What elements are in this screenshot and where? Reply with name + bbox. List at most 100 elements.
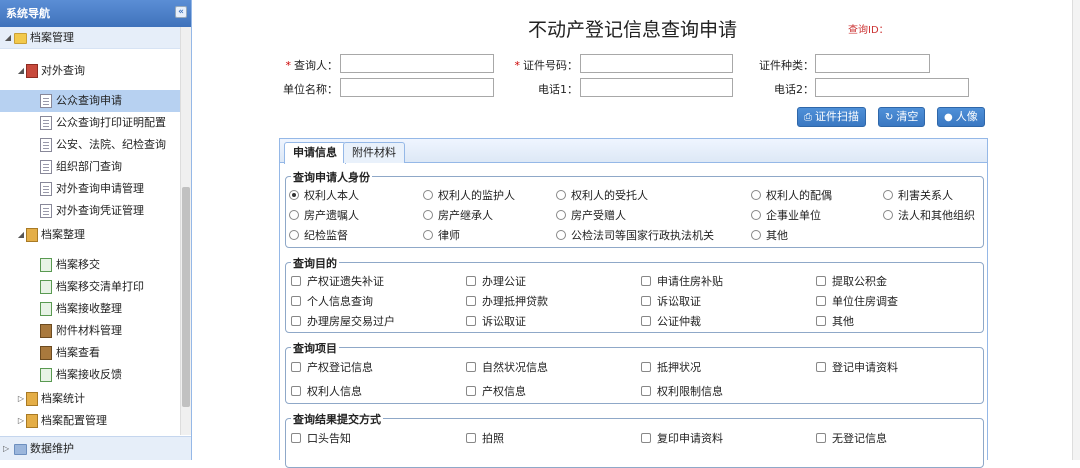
- checkbox-icon[interactable]: [816, 433, 826, 443]
- checkbox-icon[interactable]: [291, 433, 301, 443]
- radio-icon[interactable]: [556, 230, 566, 240]
- checkbox-icon[interactable]: [816, 296, 826, 306]
- purpose-option[interactable]: 诉讼取证: [641, 294, 701, 310]
- checkbox-icon[interactable]: [466, 433, 476, 443]
- checkbox-icon[interactable]: [291, 386, 301, 396]
- sidebar-item-archive-receive-feedback[interactable]: 档案接收反馈: [0, 364, 181, 386]
- checkbox-icon[interactable]: [466, 296, 476, 306]
- purpose-option[interactable]: 办理房屋交易过户: [291, 314, 395, 330]
- radio-icon[interactable]: [751, 190, 761, 200]
- checkbox-icon[interactable]: [291, 316, 301, 326]
- query-item-option[interactable]: 权利人信息: [291, 384, 362, 400]
- checkbox-icon[interactable]: [641, 276, 651, 286]
- delivery-option[interactable]: 口头告知: [291, 431, 351, 447]
- checkbox-icon[interactable]: [641, 433, 651, 443]
- checkbox-icon[interactable]: [466, 362, 476, 372]
- checkbox-icon[interactable]: [816, 276, 826, 286]
- collapsed-arrow-icon[interactable]: ▷: [16, 410, 26, 432]
- checkbox-icon[interactable]: [641, 296, 651, 306]
- sidebar-item-public-query-apply[interactable]: 公众查询申请: [0, 90, 181, 112]
- sidebar-item-org-dept-query[interactable]: 组织部门查询: [0, 156, 181, 178]
- radio-icon[interactable]: [751, 230, 761, 240]
- purpose-option[interactable]: 申请住房补贴: [641, 274, 723, 290]
- phone2-input[interactable]: [815, 78, 969, 97]
- unit-name-input[interactable]: [340, 78, 494, 97]
- checkbox-icon[interactable]: [641, 386, 651, 396]
- purpose-option[interactable]: 单位住房调查: [816, 294, 898, 310]
- tab-attachments[interactable]: 附件材料: [343, 142, 405, 163]
- checkbox-icon[interactable]: [641, 316, 651, 326]
- sidebar-item-data-maintenance[interactable]: ▷ 数据维护: [0, 436, 191, 460]
- radio-icon[interactable]: [423, 230, 433, 240]
- query-item-option[interactable]: 自然状况信息: [466, 360, 548, 376]
- id-number-input[interactable]: [580, 54, 733, 73]
- identity-option[interactable]: 权利人的监护人: [423, 188, 515, 204]
- checkbox-icon[interactable]: [291, 362, 301, 372]
- sidebar-item-archive-config[interactable]: ▷ 档案配置管理: [0, 410, 181, 432]
- sidebar-item-external-query[interactable]: ◢ 对外查询: [0, 60, 181, 82]
- delivery-option[interactable]: 复印申请资料: [641, 431, 723, 447]
- purpose-option[interactable]: 其他: [816, 314, 854, 330]
- identity-option[interactable]: 权利人本人: [289, 188, 359, 204]
- radio-icon[interactable]: [556, 210, 566, 220]
- radio-selected-icon[interactable]: [289, 190, 299, 200]
- id-type-input[interactable]: [815, 54, 930, 73]
- collapsed-arrow-icon[interactable]: ▷: [3, 437, 9, 460]
- sidebar-scroll-thumb[interactable]: [182, 187, 190, 407]
- query-item-option[interactable]: 登记申请资料: [816, 360, 898, 376]
- identity-option[interactable]: 法人和其他组织: [883, 208, 975, 224]
- radio-icon[interactable]: [556, 190, 566, 200]
- identity-option[interactable]: 律师: [423, 228, 460, 244]
- radio-icon[interactable]: [423, 190, 433, 200]
- sidebar-item-archive-view[interactable]: 档案查看: [0, 342, 181, 364]
- purpose-option[interactable]: 办理抵押贷款: [466, 294, 548, 310]
- identity-option[interactable]: 权利人的受托人: [556, 188, 648, 204]
- identity-option[interactable]: 房产受赠人: [556, 208, 626, 224]
- collapse-sidebar-icon[interactable]: «: [175, 6, 187, 18]
- radio-icon[interactable]: [423, 210, 433, 220]
- query-item-option[interactable]: 抵押状况: [641, 360, 701, 376]
- checkbox-icon[interactable]: [466, 386, 476, 396]
- purpose-option[interactable]: 公证仲裁: [641, 314, 701, 330]
- expand-arrow-icon[interactable]: ◢: [16, 224, 26, 246]
- radio-icon[interactable]: [289, 230, 299, 240]
- identity-option[interactable]: 利害关系人: [883, 188, 953, 204]
- sidebar-item-attachment-mgmt[interactable]: 附件材料管理: [0, 320, 181, 342]
- purpose-option[interactable]: 诉讼取证: [466, 314, 526, 330]
- collapsed-arrow-icon[interactable]: ▷: [16, 388, 26, 410]
- sidebar-item-archive-receive[interactable]: 档案接收整理: [0, 298, 181, 320]
- sidebar-item-archive-management[interactable]: ◢ 档案管理: [0, 27, 181, 49]
- sidebar-item-external-query-voucher-mgmt[interactable]: 对外查询凭证管理: [0, 200, 181, 222]
- checkbox-icon[interactable]: [291, 296, 301, 306]
- radio-icon[interactable]: [751, 210, 761, 220]
- checkbox-icon[interactable]: [816, 316, 826, 326]
- requester-input[interactable]: [340, 54, 494, 73]
- query-item-option[interactable]: 产权信息: [466, 384, 526, 400]
- identity-option[interactable]: 纪检监督: [289, 228, 348, 244]
- page-scrollbar[interactable]: [1072, 0, 1080, 460]
- purpose-option[interactable]: 产权证遗失补证: [291, 274, 384, 290]
- phone1-input[interactable]: [580, 78, 733, 97]
- identity-option[interactable]: 其他: [751, 228, 788, 244]
- query-item-option[interactable]: 权利限制信息: [641, 384, 723, 400]
- identity-option[interactable]: 权利人的配偶: [751, 188, 832, 204]
- identity-option[interactable]: 企事业单位: [751, 208, 821, 224]
- delivery-option[interactable]: 无登记信息: [816, 431, 887, 447]
- identity-option[interactable]: 房产遗嘱人: [289, 208, 359, 224]
- sidebar-item-transfer-list-print[interactable]: 档案移交清单打印: [0, 276, 181, 298]
- expand-arrow-icon[interactable]: ◢: [16, 60, 26, 82]
- id-scan-button[interactable]: ⎙ 证件扫描: [797, 107, 866, 127]
- purpose-option[interactable]: 提取公积金: [816, 274, 887, 290]
- delivery-option[interactable]: 拍照: [466, 431, 504, 447]
- identity-option[interactable]: 公检法司等国家行政执法机关: [556, 228, 714, 244]
- portrait-button[interactable]: ● 人像: [937, 107, 985, 127]
- radio-icon[interactable]: [883, 210, 893, 220]
- purpose-option[interactable]: 个人信息查询: [291, 294, 373, 310]
- clear-button[interactable]: ↻ 清空: [878, 107, 926, 127]
- checkbox-icon[interactable]: [291, 276, 301, 286]
- query-item-option[interactable]: 产权登记信息: [291, 360, 373, 376]
- sidebar-scrollbar[interactable]: [180, 27, 191, 435]
- purpose-option[interactable]: 办理公证: [466, 274, 526, 290]
- sidebar-item-police-court-query[interactable]: 公安、法院、纪检查询: [0, 134, 181, 156]
- sidebar-item-external-query-apply-mgmt[interactable]: 对外查询申请管理: [0, 178, 181, 200]
